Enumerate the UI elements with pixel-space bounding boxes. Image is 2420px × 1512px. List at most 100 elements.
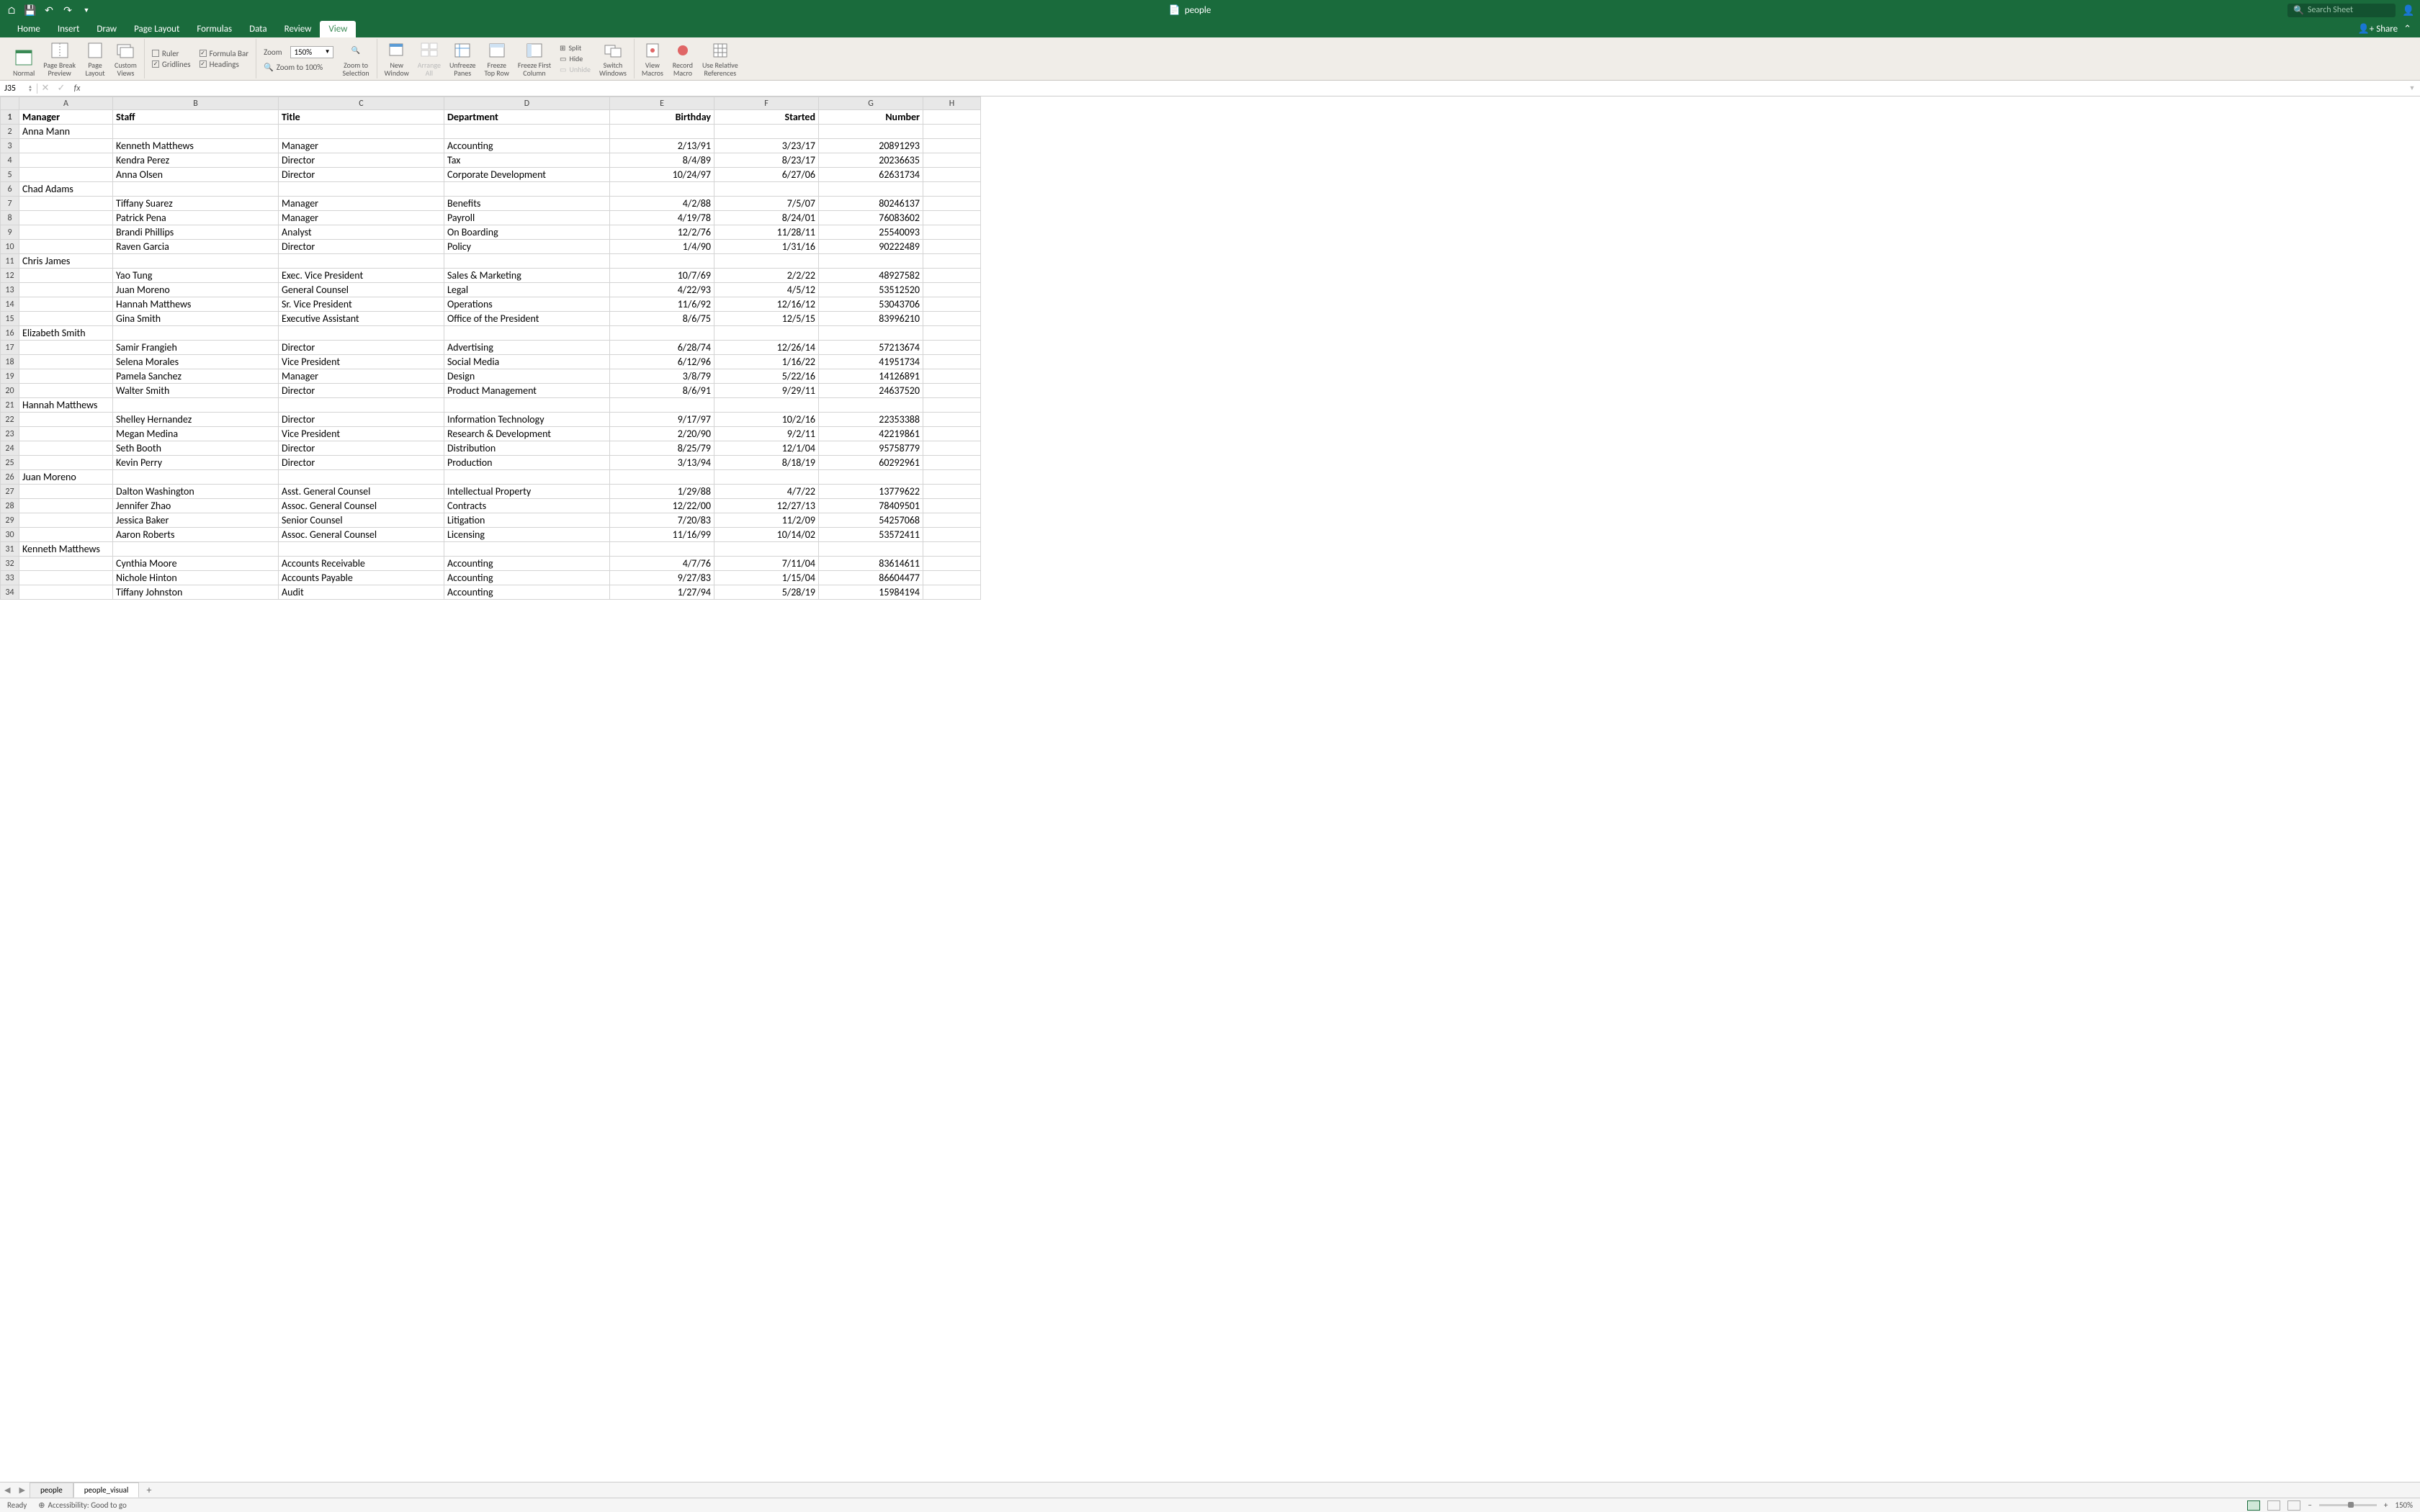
cell[interactable]: 4/7/76 [610,557,714,571]
cell[interactable]: 11/2/09 [714,513,819,528]
page-layout-status-button[interactable] [2267,1500,2280,1511]
cell[interactable] [923,528,981,542]
cell[interactable]: Kenneth Matthews [19,542,113,557]
row-header[interactable]: 24 [1,441,19,456]
cell[interactable]: Walter Smith [113,384,279,398]
cell[interactable]: Raven Garcia [113,240,279,254]
page-break-status-button[interactable] [2287,1500,2300,1511]
row-header[interactable]: 34 [1,585,19,600]
cell[interactable]: 6/12/96 [610,355,714,369]
cell[interactable]: Tiffany Johnston [113,585,279,600]
cell[interactable] [19,312,113,326]
cell[interactable]: 9/17/97 [610,413,714,427]
unfreeze-panes-button[interactable]: Unfreeze Panes [447,39,479,78]
relative-references-button[interactable]: Use Relative References [699,39,741,78]
row-header[interactable]: 12 [1,269,19,283]
hide-button[interactable]: ▭Hide [560,54,591,63]
cell[interactable]: 6/28/74 [610,341,714,355]
row-header[interactable]: 23 [1,427,19,441]
cell[interactable] [19,571,113,585]
cell[interactable]: 4/19/78 [610,211,714,225]
row-header[interactable]: 13 [1,283,19,297]
cell[interactable]: Vice President [279,427,444,441]
cell[interactable]: Samir Frangieh [113,341,279,355]
cell[interactable]: Nichole Hinton [113,571,279,585]
cell[interactable] [19,456,113,470]
cell[interactable]: Executive Assistant [279,312,444,326]
cell[interactable]: 8/6/75 [610,312,714,326]
cell[interactable] [19,153,113,168]
row-header[interactable]: 5 [1,168,19,182]
fx-button[interactable]: fx [69,84,85,94]
cell[interactable] [923,413,981,427]
cell[interactable]: Asst. General Counsel [279,485,444,499]
row-header[interactable]: 18 [1,355,19,369]
cell[interactable] [714,125,819,139]
menu-tab-draw[interactable]: Draw [88,21,125,37]
cell[interactable] [444,398,610,413]
redo-icon[interactable]: ↷ [62,4,73,16]
cell[interactable]: Elizabeth Smith [19,326,113,341]
cell[interactable]: 1/29/88 [610,485,714,499]
cell[interactable] [714,398,819,413]
cell[interactable]: 42219861 [819,427,923,441]
cell[interactable]: Sr. Vice President [279,297,444,312]
cell[interactable] [714,542,819,557]
row-header[interactable]: 25 [1,456,19,470]
cell[interactable]: Advertising [444,341,610,355]
row-header[interactable]: 26 [1,470,19,485]
column-header-D[interactable]: D [444,97,610,110]
qat-dropdown-icon[interactable]: ▼ [81,4,92,16]
cell[interactable] [923,211,981,225]
cell[interactable]: 12/1/04 [714,441,819,456]
cell[interactable]: 8/18/19 [714,456,819,470]
cell[interactable] [19,341,113,355]
cell[interactable]: 5/22/16 [714,369,819,384]
cell[interactable] [819,125,923,139]
cell[interactable]: Product Management [444,384,610,398]
cell[interactable]: 90222489 [819,240,923,254]
cell[interactable] [923,384,981,398]
cell[interactable] [113,470,279,485]
cell[interactable]: Intellectual Property [444,485,610,499]
cell[interactable] [279,470,444,485]
view-macros-button[interactable]: View Macros [639,39,666,78]
cell[interactable] [923,254,981,269]
cell[interactable]: Staff [113,110,279,125]
cell[interactable]: Accounts Receivable [279,557,444,571]
cell[interactable] [714,326,819,341]
cell[interactable]: 1/31/16 [714,240,819,254]
cell[interactable] [113,542,279,557]
cell[interactable]: 4/22/93 [610,283,714,297]
cell[interactable] [444,254,610,269]
cell[interactable]: 83996210 [819,312,923,326]
cell[interactable]: Licensing [444,528,610,542]
menu-tab-view[interactable]: View [320,21,356,37]
column-header-H[interactable]: H [923,97,981,110]
cell[interactable]: Litigation [444,513,610,528]
cell[interactable] [19,240,113,254]
cell[interactable]: 3/23/17 [714,139,819,153]
cell[interactable]: Policy [444,240,610,254]
cell[interactable]: Production [444,456,610,470]
column-header-F[interactable]: F [714,97,819,110]
zoom-to-selection-button[interactable]: 🔍Zoom to Selection [339,39,372,78]
cell[interactable]: 4/5/12 [714,283,819,297]
cell[interactable]: Accounting [444,585,610,600]
cell[interactable]: 9/2/11 [714,427,819,441]
cell[interactable]: Jessica Baker [113,513,279,528]
zoom-in-button[interactable]: + [2384,1500,2388,1510]
cell[interactable]: 12/16/12 [714,297,819,312]
cell[interactable]: 7/5/07 [714,197,819,211]
cell[interactable] [444,326,610,341]
cell[interactable]: 6/27/06 [714,168,819,182]
cell[interactable]: 95758779 [819,441,923,456]
collapse-ribbon-icon[interactable]: ⌃ [2403,24,2411,35]
cell[interactable] [610,182,714,197]
cell[interactable] [923,297,981,312]
cell[interactable] [819,398,923,413]
cell[interactable]: 3/8/79 [610,369,714,384]
cell[interactable]: Accounting [444,139,610,153]
row-header[interactable]: 31 [1,542,19,557]
cell[interactable]: 2/13/91 [610,139,714,153]
